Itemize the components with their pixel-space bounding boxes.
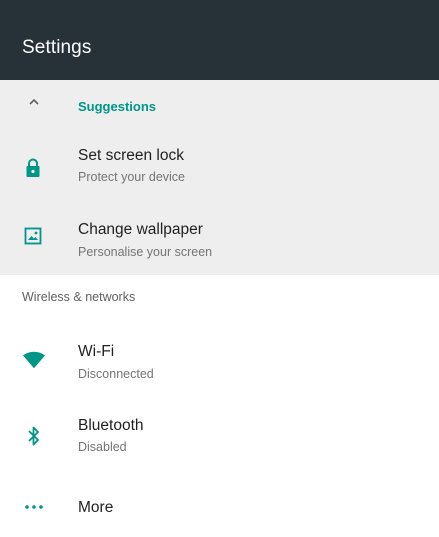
section-header-wireless: Wireless & networks <box>22 290 136 304</box>
page-title: Settings <box>22 37 92 58</box>
wallpaper-icon <box>22 225 44 247</box>
suggestion-title: Change wallpaper <box>78 221 203 238</box>
setting-subtitle: Disabled <box>78 440 127 454</box>
lock-icon <box>22 157 44 179</box>
setting-title: Wi-Fi <box>78 343 115 360</box>
app-bar: Settings <box>0 0 439 80</box>
chevron-up-icon[interactable] <box>23 91 45 113</box>
settings-item-wifi[interactable]: Wi-Fi Disconnected <box>0 330 439 392</box>
settings-item-bluetooth[interactable]: Bluetooth Disabled <box>0 405 439 467</box>
setting-title: Bluetooth <box>78 417 144 434</box>
suggestions-label: Suggestions <box>78 99 157 114</box>
suggestions-panel: Suggestions Set screen lock Protect your… <box>0 80 439 275</box>
suggestion-item-screen-lock[interactable]: Set screen lock Protect your device <box>0 135 439 197</box>
setting-subtitle: Disconnected <box>78 367 154 381</box>
setting-title: More <box>78 499 114 516</box>
suggestion-item-wallpaper[interactable]: Change wallpaper Personalise your screen <box>0 208 439 270</box>
bluetooth-icon <box>23 425 45 447</box>
suggestion-title: Set screen lock <box>78 147 184 164</box>
wifi-icon <box>23 349 45 371</box>
suggestion-subtitle: Protect your device <box>78 170 185 184</box>
more-horiz-icon <box>23 496 45 518</box>
suggestion-subtitle: Personalise your screen <box>78 245 213 259</box>
settings-item-more[interactable]: More <box>0 485 439 531</box>
suggestions-header[interactable]: Suggestions <box>0 80 439 124</box>
